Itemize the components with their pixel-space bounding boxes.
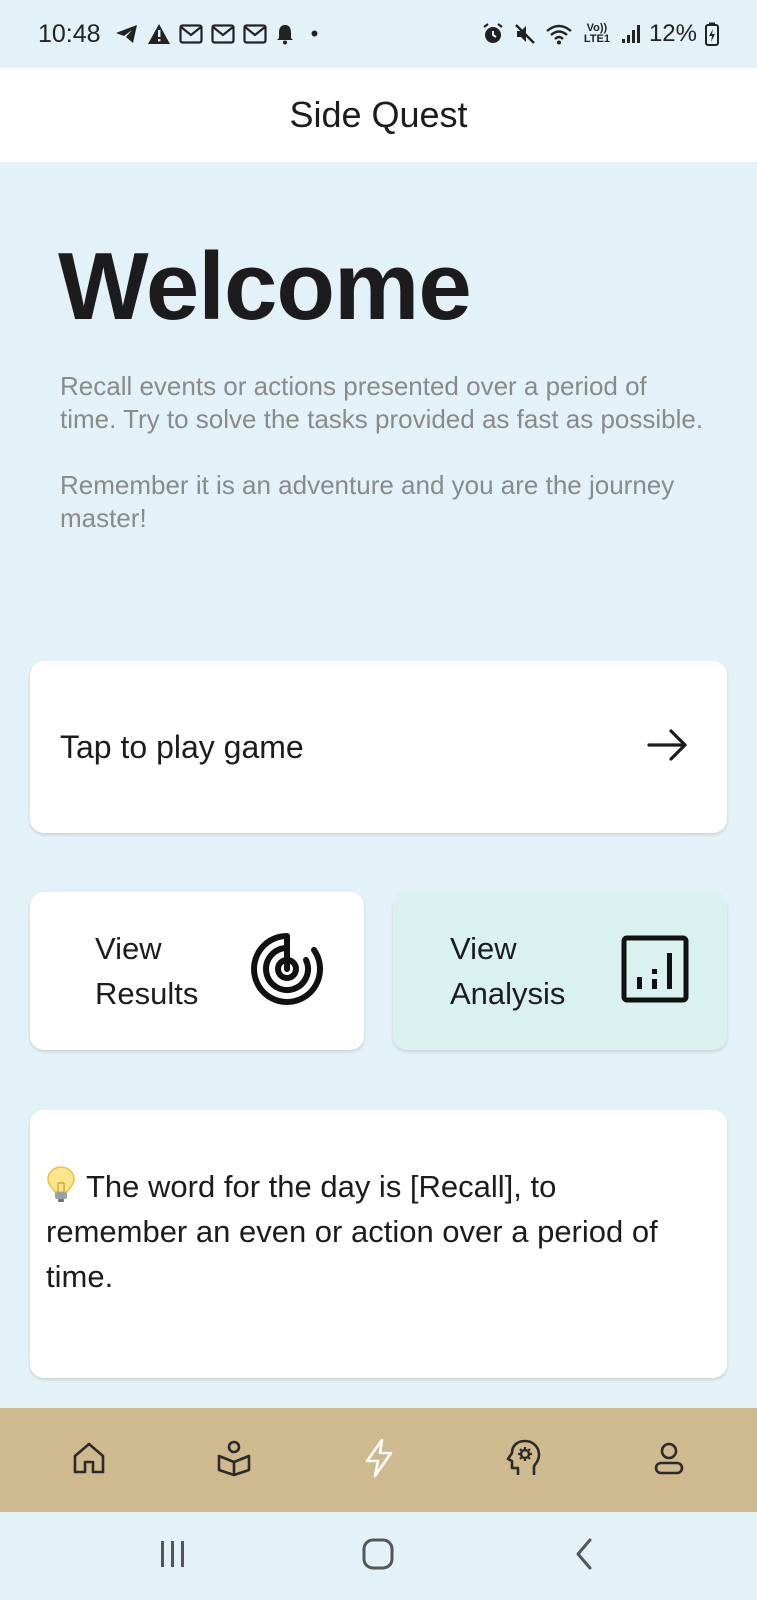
lte-icon: Vo)) LTE1	[581, 23, 613, 45]
nav-profile[interactable]	[639, 1430, 699, 1490]
view-results-line-2: Results	[95, 976, 199, 1011]
lightning-icon	[362, 1438, 396, 1483]
nav-mind[interactable]	[494, 1430, 554, 1490]
play-game-label: Tap to play game	[60, 728, 304, 765]
play-game-card[interactable]: Tap to play game	[30, 661, 727, 833]
view-results-label: View Results	[95, 926, 198, 1016]
reading-person-icon	[215, 1439, 253, 1482]
dot-icon: •	[310, 21, 319, 46]
back-icon	[572, 1537, 596, 1576]
welcome-paragraph-2: Remember it is an adventure and you are …	[60, 470, 675, 533]
nav-quest[interactable]	[349, 1430, 409, 1490]
user-icon	[651, 1440, 687, 1481]
lightbulb-icon	[46, 1165, 76, 1203]
gmail-icon	[242, 24, 267, 44]
welcome-description: Recall events or actions presented over …	[60, 370, 710, 568]
recents-button[interactable]	[143, 1526, 203, 1586]
home-icon	[71, 1440, 107, 1481]
view-results-line-1: View	[95, 931, 162, 966]
status-left: 10:48 •	[38, 20, 318, 49]
view-results-button[interactable]: View Results	[30, 892, 364, 1050]
word-of-the-day-card: The word for the day is [Recall], to rem…	[30, 1110, 727, 1378]
mute-icon	[513, 22, 537, 46]
welcome-paragraph-1: Recall events or actions presented over …	[60, 371, 704, 434]
nav-home[interactable]	[59, 1430, 119, 1490]
network-label: Vo)) LTE1	[583, 22, 610, 45]
radar-icon	[248, 930, 326, 1013]
gmail-icon	[178, 24, 203, 44]
welcome-title: Welcome	[58, 233, 472, 340]
arrow-right-icon	[647, 728, 689, 767]
signal-icon	[621, 24, 641, 44]
home-button-icon	[361, 1537, 395, 1576]
battery-percent: 12%	[648, 20, 697, 47]
view-analysis-line-1: View	[450, 931, 517, 966]
alert-icon	[147, 23, 171, 45]
gmail-icon	[210, 24, 235, 44]
battery-charging-icon	[705, 22, 719, 46]
word-of-the-day-content: The word for the day is [Recall], to rem…	[46, 1169, 658, 1294]
page-title: Side Quest	[289, 94, 468, 135]
view-analysis-line-2: Analysis	[450, 976, 566, 1011]
view-analysis-button[interactable]: View Analysis	[393, 892, 727, 1050]
nav-learn[interactable]	[204, 1430, 264, 1490]
bar-chart-icon	[621, 935, 689, 1008]
status-bar: 10:48 • Vo)) LTE1 12%	[0, 0, 757, 68]
alarm-icon	[481, 22, 505, 46]
app-header: Side Quest	[0, 68, 757, 162]
system-nav	[0, 1512, 757, 1600]
status-right: Vo)) LTE1 12%	[481, 20, 719, 48]
back-button[interactable]	[554, 1526, 614, 1586]
home-button[interactable]	[348, 1526, 408, 1586]
bottom-nav	[0, 1408, 757, 1512]
status-time: 10:48	[38, 19, 101, 48]
head-gear-icon	[504, 1438, 544, 1483]
notification-bell-icon	[275, 23, 295, 45]
wifi-icon	[545, 23, 573, 45]
recents-icon	[157, 1539, 189, 1574]
view-analysis-label: View Analysis	[450, 926, 565, 1016]
telegram-icon	[115, 23, 139, 45]
word-of-the-day-text: The word for the day is [Recall], to rem…	[46, 1164, 697, 1299]
